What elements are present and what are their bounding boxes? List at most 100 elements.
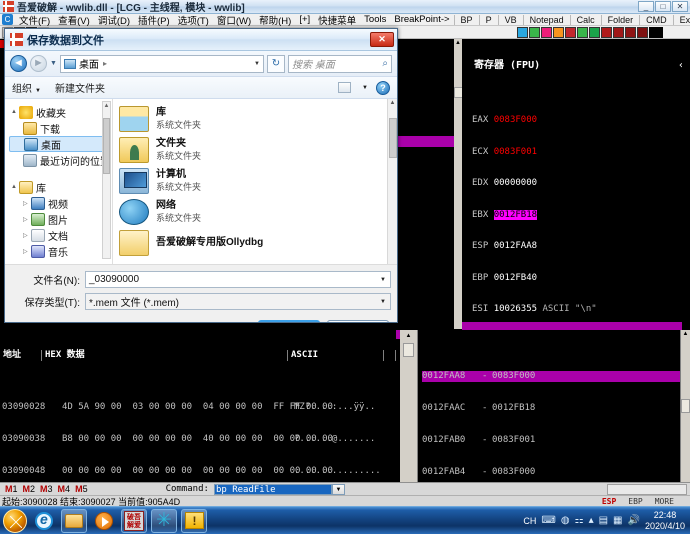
navigation-tree[interactable]: ▲ 收藏夹 下载 桌面 最近访问的位置 ▲ 库 ▷ 视频 ▷ 图片 ▷ 文档 ▷ 音乐 ▲ bbox=[5, 99, 113, 264]
memory-button-m1[interactable]: M1 bbox=[5, 484, 18, 494]
status-ebp[interactable]: EBP bbox=[628, 497, 642, 506]
tree-scroll-thumb[interactable] bbox=[103, 118, 110, 174]
cancel-button[interactable]: 取消 bbox=[327, 320, 389, 322]
expander-icon[interactable]: ▷ bbox=[23, 200, 31, 207]
stack-row[interactable]: 0012FAAC -0012FB18 bbox=[422, 403, 690, 414]
quick-button-calc[interactable]: Calc bbox=[569, 14, 601, 25]
asm-icon[interactable] bbox=[541, 26, 552, 38]
taskbar-item-internet-explorer[interactable] bbox=[31, 509, 57, 533]
expander-icon[interactable]: ▲ bbox=[11, 184, 19, 190]
stack-scroll-up-arrow[interactable]: ▲ bbox=[404, 332, 413, 341]
list-item[interactable]: 文件夹 系统文件夹 bbox=[119, 134, 397, 165]
window-icon[interactable] bbox=[613, 26, 624, 38]
menu-item-shortcut[interactable]: 快捷菜单 bbox=[314, 13, 360, 27]
list-item[interactable]: 库 系统文件夹 bbox=[119, 103, 397, 134]
menu-item-view[interactable]: 查看(V) bbox=[54, 13, 94, 27]
memory-button-m3[interactable]: M3 bbox=[40, 484, 53, 494]
chevron-up-icon[interactable]: ▴ bbox=[589, 515, 594, 526]
volume-icon[interactable]: 🔊 bbox=[628, 515, 640, 526]
menu-item-options[interactable]: 选项(T) bbox=[174, 13, 213, 27]
view-dropdown-icon[interactable]: ▼ bbox=[362, 85, 368, 91]
menu-item-help[interactable]: 帮助(H) bbox=[255, 13, 295, 27]
black-icon[interactable] bbox=[649, 26, 663, 38]
memory-button-m4[interactable]: M4 bbox=[58, 484, 71, 494]
quick-button-cmd[interactable]: CMD bbox=[639, 14, 673, 25]
stack-row[interactable]: 0012FAB4 -0083F000 bbox=[422, 467, 690, 478]
expander-icon[interactable]: ▷ bbox=[23, 216, 31, 223]
handle-icon[interactable] bbox=[625, 26, 636, 38]
memory-dump-pane[interactable]: 地址 HEX 数据 ASCII 03090028 4D 5A 90 00 03 0… bbox=[0, 330, 396, 482]
tree-item-desktop[interactable]: 桌面 bbox=[9, 136, 108, 152]
expander-icon[interactable]: ▷ bbox=[23, 248, 31, 255]
quick-button-vb[interactable]: VB bbox=[497, 14, 523, 25]
forward-button[interactable]: ► bbox=[30, 55, 47, 72]
log-icon[interactable] bbox=[529, 26, 540, 38]
status-esp[interactable]: ESP bbox=[602, 497, 616, 506]
stack-scroll-thumb[interactable] bbox=[403, 343, 414, 357]
stack-row[interactable]: 0012FAB0 -0083F001 bbox=[422, 435, 690, 446]
close-button[interactable]: ✕ bbox=[672, 1, 688, 12]
file-list-scrollbar[interactable]: ▲ bbox=[387, 99, 397, 264]
ime-indicator[interactable]: CH bbox=[523, 516, 536, 526]
help-icon[interactable]: ? bbox=[376, 80, 390, 95]
tray-app-icon-1[interactable]: ▤ bbox=[599, 515, 608, 526]
stack-row[interactable]: 0012FAA8 -0083F000 bbox=[422, 371, 690, 382]
organize-button[interactable]: 组织 ▼ bbox=[12, 80, 41, 95]
sync-icon[interactable] bbox=[517, 26, 528, 38]
command-dropdown-icon[interactable]: ▼ bbox=[331, 483, 345, 495]
maximize-button[interactable]: □ bbox=[655, 1, 671, 12]
chevron-down-icon[interactable]: ▼ bbox=[380, 277, 390, 283]
memory-icon[interactable] bbox=[577, 26, 588, 38]
tray-app-icon-2[interactable]: ▦ bbox=[613, 515, 622, 526]
patch-icon[interactable] bbox=[637, 26, 648, 38]
chevron-left-icon[interactable]: ‹ bbox=[678, 59, 690, 73]
list-item[interactable]: 网络 系统文件夹 bbox=[119, 196, 397, 227]
list-item[interactable]: 计算机 系统文件夹 bbox=[119, 165, 397, 196]
thread-icon[interactable] bbox=[601, 26, 612, 38]
tree-scrollbar[interactable]: ▲ bbox=[102, 101, 111, 259]
stack-right-scrollbar[interactable]: ▲ bbox=[680, 330, 690, 482]
keyboard-icon[interactable]: ⌨ bbox=[541, 515, 555, 526]
menu-item-debug[interactable]: 调试(D) bbox=[94, 13, 134, 27]
quick-button-p[interactable]: P bbox=[478, 14, 498, 25]
file-list[interactable]: 库 系统文件夹 文件夹 系统文件夹 计算机 系统文件夹 网络 系统文件夹 吾爱破… bbox=[113, 99, 397, 264]
clock[interactable]: 22:48 2020/4/10 bbox=[645, 510, 685, 532]
tree-scroll-up-arrow[interactable]: ▲ bbox=[103, 102, 110, 110]
taskbar-item-warning-app[interactable] bbox=[181, 508, 207, 533]
taskbar-item-star-app[interactable]: ✳ bbox=[151, 508, 177, 533]
module-icon[interactable] bbox=[589, 26, 600, 38]
shield-icon[interactable]: ◍ bbox=[561, 515, 570, 526]
stack-pane[interactable]: 0012FAA8-0083F000 0012FAAC -0012FB18 0012… bbox=[400, 330, 690, 482]
network-icon[interactable]: ⚏ bbox=[575, 515, 584, 526]
menu-item-plus[interactable]: [+] bbox=[295, 14, 314, 25]
taskbar-item-ollydbg[interactable]: 破吾 解爱 bbox=[121, 508, 147, 533]
tree-item-downloads[interactable]: 下载 bbox=[9, 120, 112, 136]
tree-item-videos[interactable]: ▷ 视频 bbox=[9, 195, 112, 211]
filename-input[interactable]: _03090000 ▼ bbox=[85, 271, 391, 288]
scroll-up-arrow[interactable]: ▲ bbox=[454, 39, 462, 47]
quick-button-exit[interactable]: Exit bbox=[672, 14, 690, 25]
list-scroll-thumb[interactable] bbox=[388, 118, 397, 158]
tree-item-recent-places[interactable]: 最近访问的位置 bbox=[9, 152, 112, 168]
dialog-close-button[interactable]: ✕ bbox=[370, 32, 394, 47]
new-folder-button[interactable]: 新建文件夹 bbox=[55, 80, 105, 95]
view-mode-icon[interactable] bbox=[338, 82, 352, 93]
start-button[interactable] bbox=[3, 508, 27, 533]
stack-left-scrollbar[interactable]: ▲ bbox=[400, 330, 418, 482]
back-button[interactable]: ◄ bbox=[10, 55, 27, 72]
menu-item-window[interactable]: 窗口(W) bbox=[213, 13, 255, 27]
memory-button-m5[interactable]: M5 bbox=[75, 484, 88, 494]
filetype-select[interactable]: *.mem 文件 (*.mem) ▼ bbox=[85, 293, 391, 310]
search-input[interactable]: 搜索 桌面 bbox=[292, 56, 335, 71]
list-item[interactable]: 吾爱破解专用版Ollydbg bbox=[119, 227, 397, 258]
taskbar-item-explorer[interactable] bbox=[61, 508, 87, 533]
menu-item-plugins[interactable]: 插件(P) bbox=[134, 13, 174, 27]
hide-folders-toggle[interactable]: ▲ 隐藏文件夹 bbox=[13, 323, 80, 324]
status-more[interactable]: MORE bbox=[655, 497, 674, 506]
command-input[interactable]: bp ReadFile bbox=[213, 483, 332, 495]
address-bar[interactable]: 桌面 ▸ ▼ bbox=[59, 54, 264, 73]
tree-item-documents[interactable]: ▷ 文档 bbox=[9, 227, 112, 243]
search-box[interactable]: 搜索 桌面 ⌕ bbox=[288, 54, 392, 73]
menu-item-file[interactable]: 文件(F) bbox=[15, 13, 54, 27]
tree-item-libraries[interactable]: ▲ 库 bbox=[9, 179, 112, 195]
